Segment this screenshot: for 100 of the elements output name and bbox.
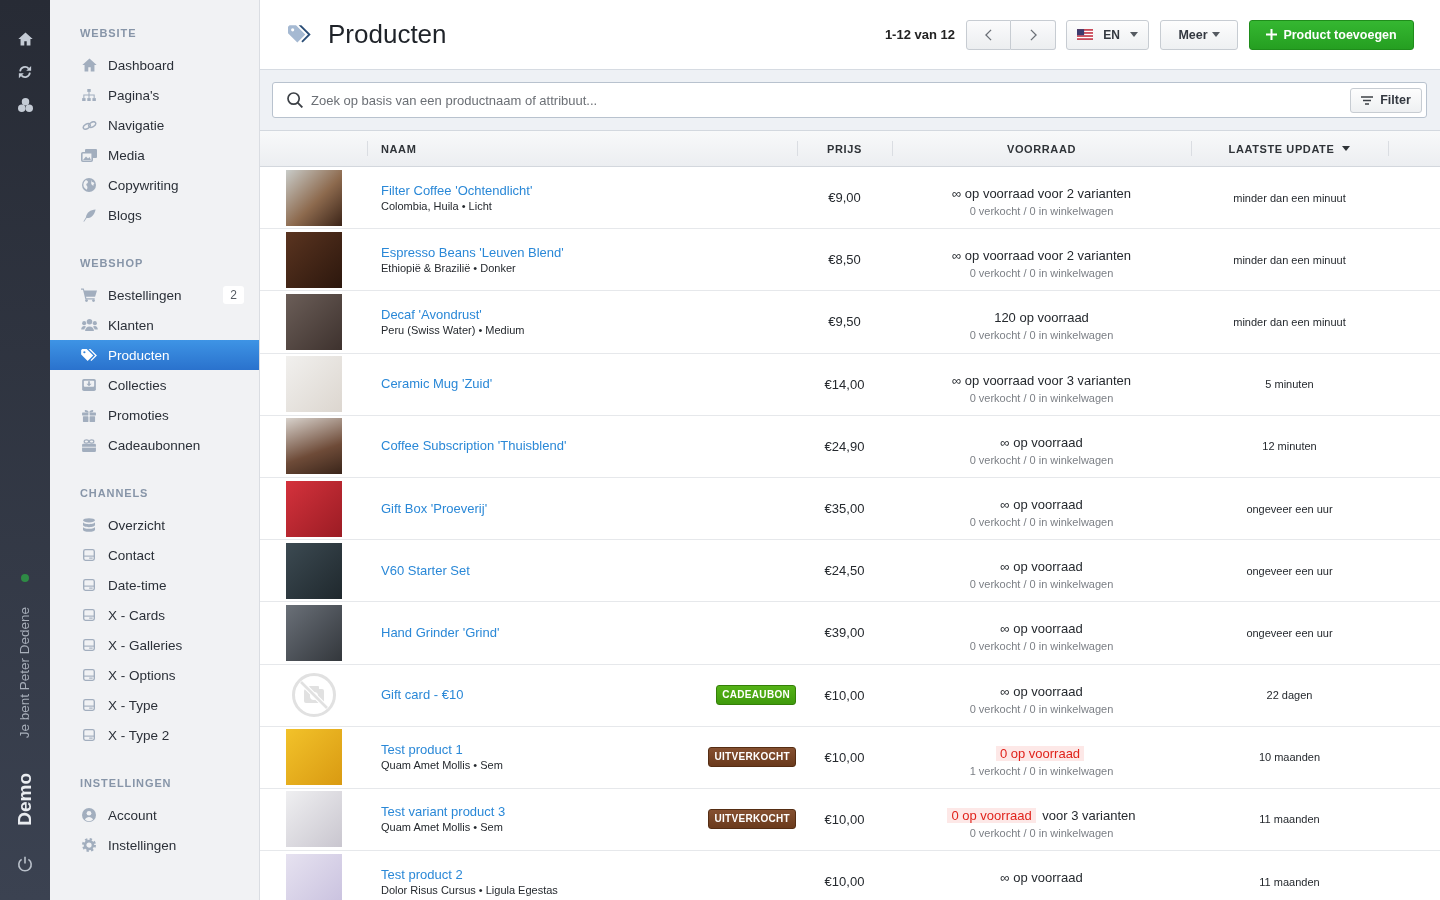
panel-icon — [83, 729, 95, 741]
panel-icon — [83, 609, 95, 621]
sidebar-item[interactable]: Collecties — [50, 370, 259, 400]
last-updated: minder dan een minuut — [1233, 253, 1346, 266]
sales-summary: 0 verkocht / 0 in winkelwagen — [969, 514, 1114, 529]
product-link[interactable]: Test variant product 3 — [381, 804, 506, 821]
photo-placeholder — [285, 356, 342, 413]
sidebar-item[interactable]: X - Type 2 — [50, 720, 259, 750]
caret-icon — [1211, 32, 1220, 37]
sales-summary: 0 verkocht / 0 in winkelwagen — [969, 701, 1114, 716]
users-icon — [80, 319, 98, 331]
panel-icon — [83, 669, 95, 681]
stock-status: ∞ op voorraad voor 3 varianten — [951, 371, 1132, 389]
panel-icon — [83, 699, 95, 711]
sitemap-icon — [82, 89, 96, 101]
link-icon — [81, 120, 97, 130]
photo-placeholder — [285, 604, 342, 661]
column-header[interactable]: VOORRAAD — [892, 131, 1191, 166]
photo-placeholder — [285, 542, 342, 599]
product-price: €14,00 — [824, 376, 865, 392]
more-dropdown[interactable]: Meer — [1160, 19, 1238, 50]
product-price: €8,50 — [828, 252, 861, 268]
sidebar-item[interactable]: X - Galleries — [50, 630, 259, 660]
sort-caret-icon — [1342, 146, 1351, 151]
stock-status: 0 op voorraad voor 3 varianten — [947, 806, 1136, 824]
sales-summary: 0 verkocht / 0 in winkelwagen — [969, 452, 1114, 467]
sidebar-item[interactable]: Contact — [50, 540, 259, 570]
sidebar-item[interactable]: Blogs — [50, 200, 259, 230]
last-updated: minder dan een minuut — [1233, 315, 1346, 328]
product-price: €39,00 — [824, 625, 865, 641]
last-updated: ongeveer een uur — [1246, 564, 1333, 577]
stock-status: ∞ op voorraad — [1000, 433, 1083, 451]
sidebar-item[interactable]: Instellingen — [50, 830, 259, 860]
sidebar-item[interactable]: X - Cards — [50, 600, 259, 630]
sales-summary: 0 verkocht / 0 in winkelwagen — [969, 825, 1114, 840]
gift-icon — [82, 408, 96, 422]
last-updated: ongeveer een uur — [1246, 502, 1333, 515]
stock-status: ∞ op voorraad — [1000, 682, 1083, 700]
product-link[interactable]: Hand Grinder 'Grind' — [381, 624, 500, 641]
sidebar-item[interactable]: Media — [50, 140, 259, 170]
column-header[interactable]: LAATSTE UPDATE — [1191, 131, 1388, 166]
user-circle-icon — [82, 808, 96, 822]
product-details: Ethiopië & Brazilië • Donker — [381, 261, 516, 275]
product-price: €10,00 — [824, 749, 865, 765]
stock-status: ∞ op voorraad — [1000, 620, 1083, 638]
stock-status: ∞ op voorraad voor 2 varianten — [951, 247, 1132, 265]
page-title: Producten — [328, 19, 447, 50]
filter-button[interactable]: Filter — [1350, 87, 1422, 113]
sidebar-item[interactable]: Pagina's — [50, 80, 259, 110]
brand-name: Demo — [14, 773, 36, 826]
home-icon[interactable] — [17, 32, 33, 46]
sales-summary: 0 verkocht / 0 in winkelwagen — [969, 328, 1114, 343]
sidebar-item[interactable]: Date-time — [50, 570, 259, 600]
sidebar-item[interactable]: X - Options — [50, 660, 259, 690]
product-link[interactable]: Test product 2 — [381, 866, 463, 883]
sold-out-badge: UITVERKOCHT — [708, 747, 796, 768]
sidebar-item[interactable]: Navigatie — [50, 110, 259, 140]
language-dropdown[interactable]: EN — [1066, 19, 1149, 50]
chevron-right-icon — [1029, 28, 1037, 41]
product-link[interactable]: Test product 1 — [381, 742, 463, 759]
product-link[interactable]: Gift Box 'Proeverij' — [381, 500, 488, 517]
section-heading: CHANNELS — [79, 486, 150, 500]
column-header[interactable]: PRIJS — [797, 131, 892, 166]
product-link[interactable]: V60 Starter Set — [381, 562, 470, 579]
sidebar-item[interactable]: Dashboard — [50, 50, 259, 80]
tags-icon — [80, 348, 98, 362]
three-circles-icon[interactable] — [17, 98, 33, 112]
section-heading: INSTELLINGEN — [79, 776, 173, 790]
refresh-icon[interactable] — [18, 65, 32, 79]
section-heading: WEBSHOP — [79, 256, 145, 270]
column-header[interactable]: NAAM — [367, 131, 797, 166]
product-details: Quam Amet Mollis • Sem — [381, 821, 503, 835]
count-badge: 2 — [223, 286, 244, 304]
product-link[interactable]: Ceramic Mug 'Zuid' — [381, 376, 493, 393]
stock-status: ∞ op voorraad — [1000, 869, 1083, 887]
product-price: €35,00 — [824, 501, 865, 517]
sidebar-item[interactable]: Promoties — [50, 400, 259, 430]
product-link[interactable]: Gift card - €10 — [381, 687, 464, 704]
sidebar-item[interactable]: Account — [50, 800, 259, 830]
product-price: €10,00 — [824, 687, 865, 703]
photo-placeholder — [285, 418, 342, 475]
search-field[interactable]: Zoek op basis van een productnaam of attribuut... Filter — [272, 82, 1427, 118]
sidebar-item[interactable]: Copywriting — [50, 170, 259, 200]
sidebar-item[interactable]: Cadeaubonnen — [50, 430, 259, 460]
product-details: Colombia, Huila • Licht — [381, 199, 492, 213]
product-link[interactable]: Espresso Beans 'Leuven Blend' — [381, 244, 564, 261]
sidebar-item[interactable]: X - Type — [50, 690, 259, 720]
sidebar-item[interactable]: Klanten — [50, 310, 259, 340]
product-price: €9,50 — [828, 314, 861, 330]
power-icon[interactable] — [17, 856, 33, 872]
chevron-left-icon — [985, 28, 992, 41]
sidebar-item[interactable]: Producten — [50, 340, 259, 370]
last-updated: minder dan een minuut — [1233, 191, 1346, 204]
product-link[interactable]: Filter Coffee 'Ochtendlicht' — [381, 182, 533, 199]
sidebar-item[interactable]: Overzicht — [50, 510, 259, 540]
product-price: €10,00 — [824, 811, 865, 827]
images-icon — [81, 148, 97, 162]
product-link[interactable]: Decaf 'Avondrust' — [381, 306, 482, 323]
sidebar-item[interactable]: Bestellingen 2 — [50, 280, 259, 310]
product-link[interactable]: Coffee Subscription 'Thuisblend' — [381, 438, 567, 455]
